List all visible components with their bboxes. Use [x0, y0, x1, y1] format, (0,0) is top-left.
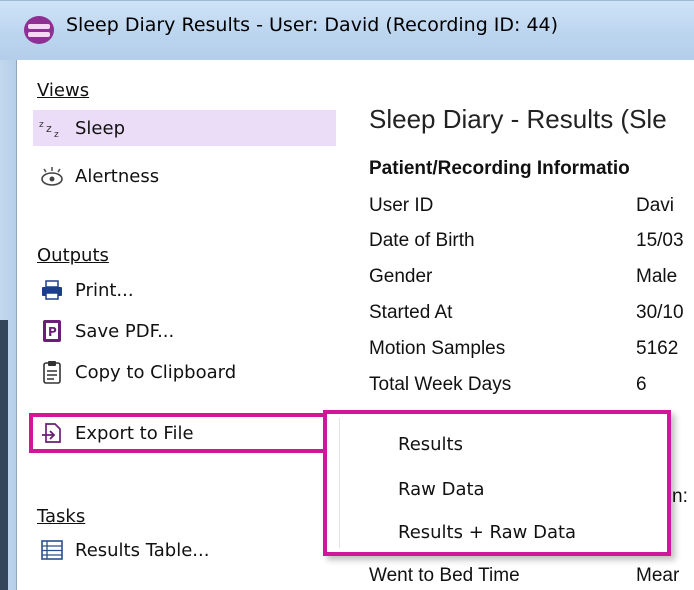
- export-icon: [39, 420, 65, 446]
- sidebar-item-label: Export to File: [75, 422, 194, 444]
- sidebar-item-label: Save PDF...: [75, 320, 175, 342]
- section-heading: Patient/Recording Informatio: [369, 158, 630, 179]
- info-label: Date of Birth: [369, 230, 475, 251]
- info-label: User ID: [369, 195, 434, 216]
- info-label: Started At: [369, 302, 453, 323]
- info-value: 30/10: [636, 302, 684, 323]
- window-title: Sleep Diary Results - User: David (Recor…: [66, 14, 559, 36]
- tasks-heading: Tasks: [37, 506, 86, 527]
- sidebar-item-label: Results Table...: [75, 539, 210, 561]
- export-menu-body: Results Raw Data Results + Raw Data: [339, 418, 663, 548]
- info-value: Mear: [636, 565, 680, 586]
- sidebar-item-results-table[interactable]: Results Table...: [33, 532, 336, 568]
- table-icon: [39, 537, 65, 563]
- window-frame-shadow: [0, 320, 8, 590]
- pdf-icon: P: [39, 318, 65, 344]
- sidebar-item-copy-clipboard[interactable]: Copy to Clipboard: [33, 354, 336, 390]
- alert-eye-icon: [39, 163, 65, 189]
- info-value: 6: [636, 374, 647, 395]
- views-heading: Views: [37, 80, 90, 101]
- sidebar-item-label: Sleep: [75, 117, 126, 139]
- outputs-heading: Outputs: [37, 245, 109, 266]
- info-value: Male: [636, 266, 678, 287]
- page-title: Sleep Diary - Results (Sle: [369, 104, 667, 134]
- svg-text:z: z: [46, 122, 52, 135]
- info-value: 15/03: [636, 230, 684, 251]
- menu-item-results[interactable]: Results: [398, 434, 463, 455]
- info-value: Davi: [636, 195, 675, 216]
- menu-item-results-raw-data[interactable]: Results + Raw Data: [398, 522, 576, 543]
- svg-text:z: z: [54, 130, 59, 139]
- info-value: 5162: [636, 338, 679, 359]
- sidebar-item-label: Print...: [75, 279, 134, 301]
- info-label: Total Week Days: [369, 374, 512, 395]
- menu-item-raw-data[interactable]: Raw Data: [398, 479, 485, 500]
- zzz-icon: z z z: [39, 115, 65, 141]
- sidebar-item-label: Alertness: [75, 165, 160, 187]
- info-label: Went to Bed Time: [369, 565, 520, 586]
- partial-label: n:: [672, 486, 688, 507]
- export-menu: Results Raw Data Results + Raw Data: [323, 410, 671, 556]
- svg-text:z: z: [39, 120, 44, 130]
- clipboard-icon: [39, 359, 65, 385]
- title-bar[interactable]: Sleep Diary Results - User: David (Recor…: [0, 0, 694, 61]
- sleep-diary-app-icon: [24, 16, 54, 44]
- sidebar-item-label: Copy to Clipboard: [75, 361, 237, 383]
- sidebar-item-alertness[interactable]: Alertness: [33, 158, 336, 194]
- svg-text:P: P: [48, 325, 57, 339]
- sidebar-item-save-pdf[interactable]: P Save PDF...: [33, 313, 336, 349]
- sidebar-item-sleep[interactable]: z z z Sleep: [33, 110, 336, 146]
- printer-icon: [39, 277, 65, 303]
- sidebar-item-export-file[interactable]: Export to File: [29, 413, 339, 453]
- sidebar: Views z z z Sleep Alertness Outputs Prin…: [17, 60, 340, 590]
- info-label: Gender: [369, 266, 433, 287]
- sidebar-item-print[interactable]: Print...: [33, 272, 336, 308]
- info-label: Motion Samples: [369, 338, 506, 359]
